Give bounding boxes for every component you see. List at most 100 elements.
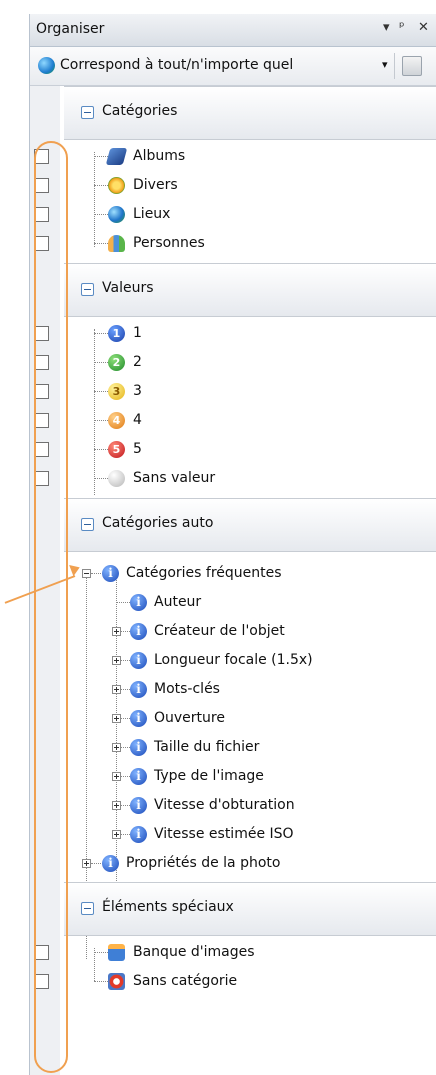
match-mode-dropdown[interactable]: Correspond à tout/n'importe quel <box>60 57 293 73</box>
value-label: 1 <box>133 325 142 341</box>
tree-branch <box>121 660 130 661</box>
auto-child-row[interactable]: i Ouverture <box>30 704 436 733</box>
tree-branch <box>121 834 130 835</box>
collapse-icon[interactable] <box>81 106 94 119</box>
organiser-toolbar: Correspond à tout/n'importe quel ▾ <box>30 47 436 86</box>
flower-icon <box>108 177 125 194</box>
image-bank-icon <box>108 944 125 961</box>
no-category-icon <box>108 973 125 990</box>
globe-icon <box>38 57 55 74</box>
auto-child-row[interactable]: i Longueur focale (1.5x) <box>30 646 436 675</box>
section-label: Catégories auto <box>102 515 214 531</box>
expand-icon[interactable] <box>112 685 121 694</box>
tree-branch <box>94 391 108 392</box>
expand-icon[interactable] <box>112 801 121 810</box>
tree-branch <box>94 243 108 244</box>
auto-child-row[interactable]: i Créateur de l'objet <box>30 617 436 646</box>
category-label: Auteur <box>154 594 202 610</box>
info-icon: i <box>130 681 147 698</box>
rating-3-icon: 3 <box>108 383 125 400</box>
value-label: 2 <box>133 354 142 370</box>
info-icon: i <box>102 855 119 872</box>
section-label: Éléments spéciaux <box>102 899 234 915</box>
auto-child-row[interactable]: i Vitesse estimée ISO <box>30 820 436 849</box>
auto-child-row[interactable]: i Taille du fichier <box>30 733 436 762</box>
info-icon: i <box>130 826 147 843</box>
info-icon: i <box>130 768 147 785</box>
category-label: Vitesse estimée ISO <box>154 826 294 842</box>
close-icon[interactable]: ✕ <box>418 20 429 35</box>
rating-2-icon: 2 <box>108 354 125 371</box>
expand-icon[interactable] <box>112 714 121 723</box>
section-header-special-items[interactable]: Éléments spéciaux <box>64 882 436 936</box>
category-label: Banque d'images <box>133 944 255 960</box>
expand-icon[interactable] <box>112 743 121 752</box>
value-row-1[interactable]: 1 1 <box>30 319 436 348</box>
value-row-2[interactable]: 2 2 <box>30 348 436 377</box>
section-header-categories[interactable]: Catégories <box>64 86 436 140</box>
save-icon[interactable] <box>402 56 422 76</box>
auto-child-row[interactable]: i Auteur <box>30 588 436 617</box>
value-label: 5 <box>133 441 142 457</box>
special-row-image-bank[interactable]: Banque d'images <box>30 938 436 967</box>
expand-icon[interactable] <box>112 830 121 839</box>
category-label: Lieux <box>133 206 171 222</box>
category-label: Mots-clés <box>154 681 220 697</box>
section-header-auto-categories[interactable]: Catégories auto <box>64 498 436 552</box>
collapse-toggle-icon[interactable] <box>82 569 91 578</box>
expand-icon[interactable] <box>112 656 121 665</box>
category-row-divers[interactable]: Divers <box>30 171 436 200</box>
panel-menu-arrow-icon[interactable]: ▾ <box>383 20 390 35</box>
category-label: Divers <box>133 177 178 193</box>
category-row-albums[interactable]: Albums <box>30 142 436 171</box>
tree-branch <box>121 776 130 777</box>
auto-child-row[interactable]: i Type de l'image <box>30 762 436 791</box>
category-label: Personnes <box>133 235 205 251</box>
section-header-values[interactable]: Valeurs <box>64 263 436 317</box>
toolbar-divider <box>394 53 395 79</box>
collapse-icon[interactable] <box>81 283 94 296</box>
tree-branch <box>94 449 108 450</box>
category-label: Longueur focale (1.5x) <box>154 652 313 668</box>
category-label: Propriétés de la photo <box>126 855 281 871</box>
tree-branch <box>121 718 130 719</box>
tree-branch <box>94 333 108 334</box>
category-label: Vitesse d'obturation <box>154 797 295 813</box>
value-row-none[interactable]: Sans valeur <box>30 464 436 493</box>
panel-titlebar: Organiser ▾ ᵖ ✕ <box>30 14 436 47</box>
globe-icon <box>108 206 125 223</box>
special-row-uncategorized[interactable]: Sans catégorie <box>30 967 436 996</box>
expand-icon[interactable] <box>82 859 91 868</box>
value-row-3[interactable]: 3 3 <box>30 377 436 406</box>
auto-parent-frequent[interactable]: i Catégories fréquentes <box>30 559 436 588</box>
collapse-icon[interactable] <box>81 902 94 915</box>
no-rating-icon <box>108 470 125 487</box>
organiser-panel: Organiser ▾ ᵖ ✕ Correspond à tout/n'impo… <box>29 14 436 1075</box>
tree-branch <box>94 952 108 953</box>
pin-icon[interactable]: ᵖ <box>399 20 405 35</box>
tree-branch <box>121 805 130 806</box>
section-label: Catégories <box>102 103 178 119</box>
auto-child-row[interactable]: i Vitesse d'obturation <box>30 791 436 820</box>
auto-parent-photo-properties[interactable]: i Propriétés de la photo <box>30 849 436 878</box>
expand-icon[interactable] <box>112 627 121 636</box>
category-label: Type de l'image <box>154 768 264 784</box>
expand-icon[interactable] <box>112 772 121 781</box>
value-row-5[interactable]: 5 5 <box>30 435 436 464</box>
category-row-personnes[interactable]: Personnes <box>30 229 436 258</box>
auto-child-row[interactable]: i Mots-clés <box>30 675 436 704</box>
tree-branch <box>94 185 108 186</box>
info-icon: i <box>102 565 119 582</box>
chevron-down-icon[interactable]: ▾ <box>382 58 388 71</box>
rating-1-icon: 1 <box>108 325 125 342</box>
info-icon: i <box>130 710 147 727</box>
collapse-icon[interactable] <box>81 518 94 531</box>
rating-5-icon: 5 <box>108 441 125 458</box>
value-row-4[interactable]: 4 4 <box>30 406 436 435</box>
tree-branch <box>94 362 108 363</box>
panel-title: Organiser <box>36 21 105 37</box>
info-icon: i <box>130 739 147 756</box>
rating-4-icon: 4 <box>108 412 125 429</box>
tree-branch <box>94 214 108 215</box>
category-row-lieux[interactable]: Lieux <box>30 200 436 229</box>
